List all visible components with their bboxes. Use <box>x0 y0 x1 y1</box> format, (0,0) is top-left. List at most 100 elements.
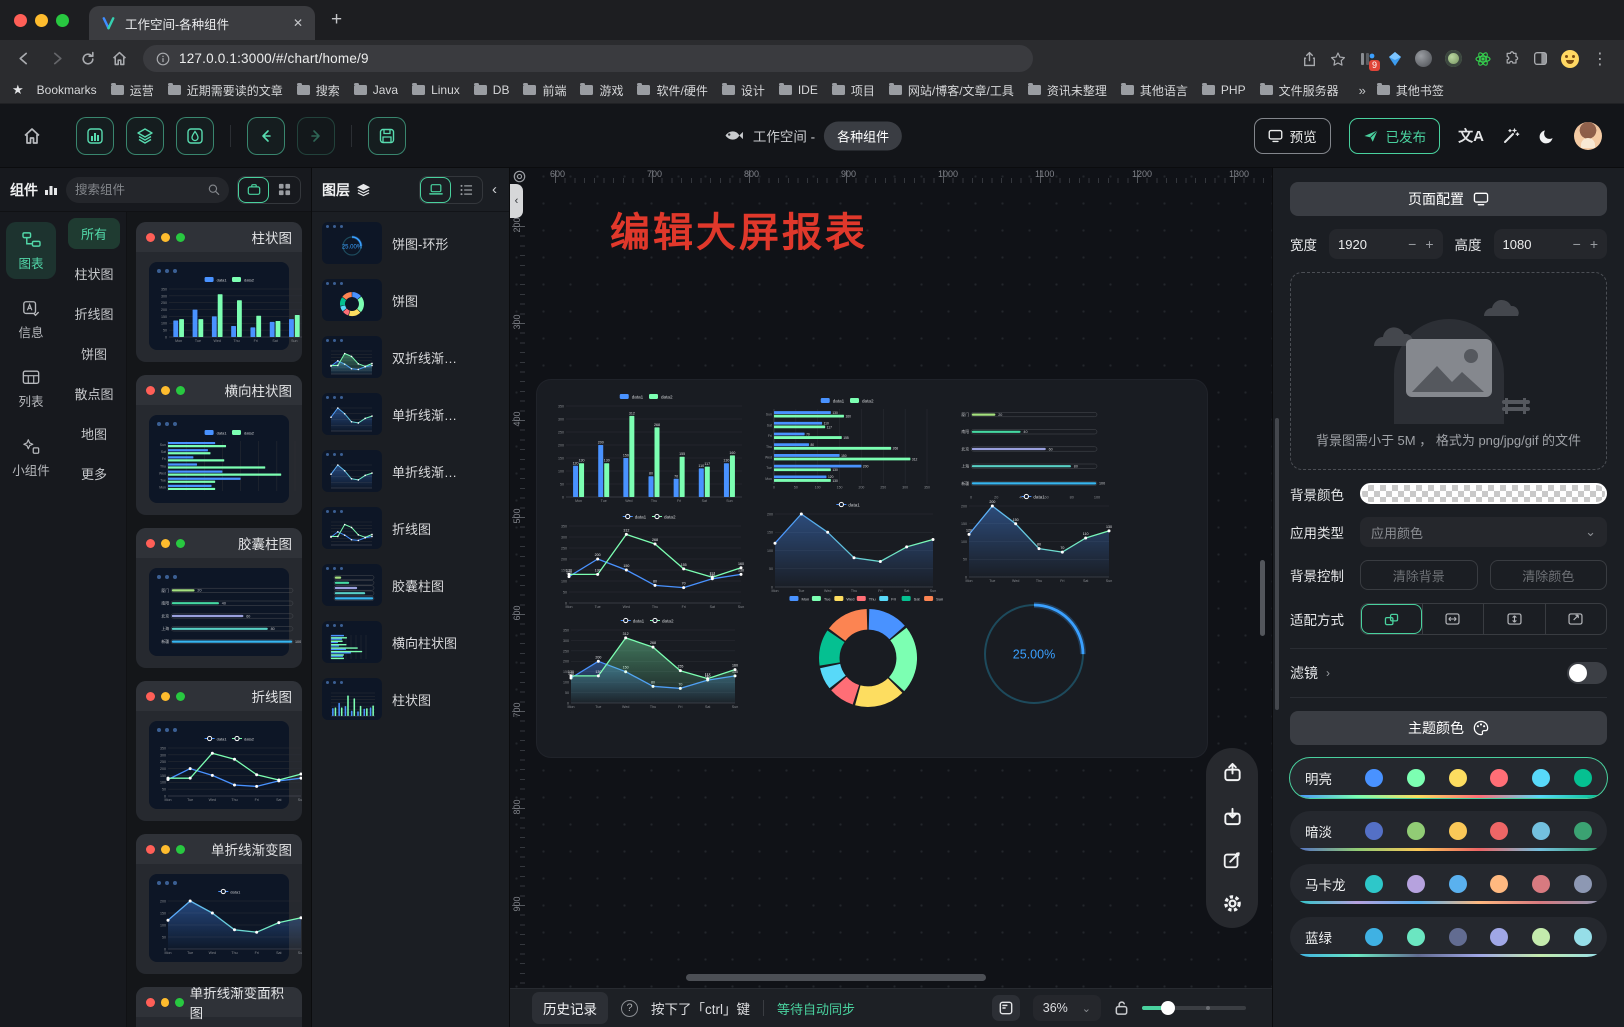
collapse-layers-icon[interactable]: ‹ <box>490 181 499 198</box>
layers-toggle-button[interactable] <box>126 117 164 155</box>
edit-icon[interactable] <box>1222 850 1242 870</box>
export-icon[interactable] <box>1222 762 1243 783</box>
component-card-gradient-area[interactable]: 单折线渐变面积图 data1050100150200MonTueWedThuFr… <box>136 987 302 1027</box>
layer-item[interactable]: 饼图 <box>322 279 499 321</box>
layer-item[interactable]: 胶囊柱图 <box>322 564 499 606</box>
canvas-horizontal-scrollbar[interactable] <box>686 974 986 981</box>
dashboard-title-text[interactable]: 编辑大屏报表 <box>610 200 868 258</box>
height-plus-button[interactable]: + <box>1590 236 1598 252</box>
browser-menu-icon[interactable]: ⋮ <box>1592 49 1608 69</box>
other-bookmarks[interactable]: 其他书签 <box>1377 82 1444 99</box>
component-search[interactable] <box>66 177 229 203</box>
background-color-swatch[interactable] <box>1360 483 1607 504</box>
charts-toggle-button[interactable] <box>76 117 114 155</box>
filter-scatter[interactable]: 散点图 <box>74 384 113 403</box>
bookmark-item[interactable]: Linux <box>412 83 460 97</box>
bookmark-item[interactable]: 软件/硬件 <box>637 82 707 99</box>
extension-sidebar-icon[interactable]: 9 <box>1359 51 1375 67</box>
zoom-select[interactable]: 36% ⌄ <box>1033 995 1101 1021</box>
translate-icon[interactable]: 文A <box>1458 125 1484 146</box>
chart-capsule[interactable]: 厦门20南阳40北京60上海80新疆100020406080100 <box>955 402 1115 502</box>
bookmarks-star-icon[interactable]: ★ <box>12 82 24 98</box>
bookmark-item[interactable]: PHP <box>1202 83 1246 97</box>
filter-more[interactable]: 更多 <box>81 464 107 483</box>
bookmark-item[interactable]: 近期需要读的文章 <box>168 82 283 99</box>
page-config-header[interactable]: 页面配置 <box>1290 182 1607 216</box>
zoom-slider[interactable] <box>1142 1006 1246 1010</box>
window-controls[interactable] <box>14 14 69 27</box>
extension-green-icon[interactable] <box>1445 50 1462 67</box>
category-widgets[interactable]: 小组件 <box>6 429 56 486</box>
theme-bluegreen[interactable]: 蓝绿 <box>1290 917 1607 957</box>
chart-donut-pie[interactable]: MonTueWedThuFriSatSun <box>783 594 953 710</box>
chart-single-line[interactable]: data1050100150200MonTueWedThuFriSatSun <box>763 500 939 596</box>
reading-list-icon[interactable] <box>1533 51 1548 66</box>
panel-scrollbar[interactable] <box>1275 418 1279 710</box>
bookmark-item[interactable]: 其他语言 <box>1121 82 1188 99</box>
component-card-capsule[interactable]: 胶囊柱图 厦门20南阳40北京60上海80新疆100 <box>136 528 302 668</box>
layer-item[interactable]: 横向柱状图 <box>322 621 499 663</box>
bookmark-item[interactable]: 项目 <box>832 82 875 99</box>
ruler-eye-icon[interactable] <box>513 170 526 183</box>
component-card-gradient-line[interactable]: 单折线渐变图 data1050100150200MonTueWedThuFriS… <box>136 834 302 974</box>
lock-icon[interactable] <box>1114 1000 1129 1016</box>
layer-item[interactable]: 柱状图 <box>322 678 499 720</box>
extension-globe-icon[interactable] <box>1415 50 1432 67</box>
fit-stretch-button[interactable] <box>1545 604 1607 634</box>
layer-item[interactable]: 单折线渐… <box>322 450 499 492</box>
width-minus-button[interactable]: − <box>1408 236 1416 252</box>
maximize-window-button[interactable] <box>56 14 69 27</box>
chart-gradient-line[interactable]: data1050100150200MonTueWedThuFriSatSun12… <box>957 492 1115 586</box>
help-icon[interactable]: ? <box>621 1000 638 1017</box>
chart-horizontal-bar[interactable]: data1data2050100150200250300350Mon120130… <box>761 396 939 492</box>
bookmark-item[interactable]: 文件服务器 <box>1260 82 1339 99</box>
back-button[interactable] <box>16 50 33 67</box>
layer-item[interactable]: 双折线渐… <box>322 336 499 378</box>
dark-mode-moon-icon[interactable] <box>1538 127 1556 145</box>
fit-height-button[interactable] <box>1483 604 1545 634</box>
undo-button[interactable] <box>247 117 285 155</box>
component-card-line[interactable]: 折线图 data1data2050100150200250300350MonTu… <box>136 681 302 821</box>
editor-canvas[interactable]: 600 700 800 900 1000 1100 1200 1300 200 … <box>510 168 1272 1027</box>
panel-collapse-handle[interactable]: ‹ <box>510 184 523 218</box>
publish-button[interactable]: 已发布 <box>1349 118 1441 154</box>
bookmark-item[interactable]: 搜索 <box>297 82 340 99</box>
layer-item[interactable]: 25.00%饼图-环形 <box>322 222 499 264</box>
background-upload-dropzone[interactable]: 背景图需小于 5M ， 格式为 png/jpg/gif 的文件 <box>1290 272 1607 470</box>
import-icon[interactable] <box>1222 806 1243 827</box>
width-value[interactable]: 1920 <box>1338 237 1367 252</box>
save-button[interactable] <box>368 117 406 155</box>
category-table[interactable]: 列表 <box>6 360 56 417</box>
search-input[interactable] <box>75 183 203 197</box>
bookmark-item[interactable]: 资讯未整理 <box>1028 82 1107 99</box>
bookmarks-label[interactable]: Bookmarks <box>37 83 97 97</box>
theme-macaron[interactable]: 马卡龙 <box>1290 864 1607 904</box>
filter-line[interactable]: 折线图 <box>74 304 113 323</box>
width-stepper[interactable]: 1920 −+ <box>1329 229 1443 259</box>
bookmark-item[interactable]: 前端 <box>523 82 566 99</box>
view-grid-button[interactable] <box>269 177 300 203</box>
extensions-puzzle-icon[interactable] <box>1504 51 1520 67</box>
layers-list-view-button[interactable] <box>451 177 482 203</box>
extension-gem-icon[interactable] <box>1388 51 1402 67</box>
bookmark-item[interactable]: 网站/博客/文章/工具 <box>889 82 1014 99</box>
canvas-vertical-scrollbar[interactable] <box>1260 560 1265 636</box>
layers-thumbnail-view-button[interactable] <box>420 177 451 203</box>
address-bar[interactable]: 127.0.0.1:3000/#/chart/home/9 <box>143 45 1033 72</box>
chart-progress-ring[interactable]: 25.00% <box>975 598 1093 710</box>
width-plus-button[interactable]: + <box>1425 236 1433 252</box>
site-info-icon[interactable] <box>156 52 170 66</box>
bookmark-item[interactable]: 设计 <box>722 82 765 99</box>
close-window-button[interactable] <box>14 14 27 27</box>
height-minus-button[interactable]: − <box>1573 236 1581 252</box>
filter-all[interactable]: 所有 <box>68 218 120 249</box>
share-icon[interactable] <box>1302 51 1317 67</box>
home-button[interactable] <box>111 50 128 67</box>
tab-close-icon[interactable]: ✕ <box>293 16 303 30</box>
fit-auto-button[interactable] <box>1361 604 1422 634</box>
bookmark-item[interactable]: 运营 <box>111 82 154 99</box>
minimize-window-button[interactable] <box>35 14 48 27</box>
preview-button[interactable]: 预览 <box>1254 118 1331 154</box>
layer-item[interactable]: 单折线渐… <box>322 393 499 435</box>
theme-dim[interactable]: 暗淡 <box>1290 811 1607 851</box>
